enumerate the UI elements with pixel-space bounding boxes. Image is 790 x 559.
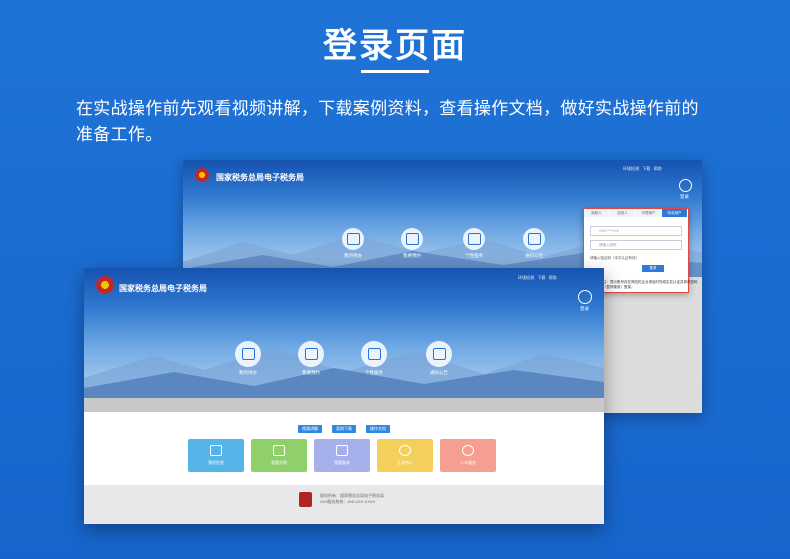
password-field[interactable]: 请输入密码 <box>590 240 682 250</box>
emblem-icon <box>195 168 209 182</box>
footer-hotline: 24H服务热线：400-XXX-XXXX <box>320 499 376 504</box>
service-notice[interactable]: 通知公告 <box>417 341 461 376</box>
download-link[interactable]: 下载 <box>537 275 545 280</box>
account-field[interactable]: 9151****XXX <box>590 226 682 236</box>
chat-icon <box>399 445 411 456</box>
resource-buttons: 视频讲解 案例下载 操作文档 <box>84 425 604 433</box>
search-doc-icon <box>336 445 348 456</box>
user-icon[interactable] <box>679 179 692 192</box>
monitor-icon <box>273 445 285 456</box>
calendar-icon <box>235 341 261 367</box>
service-personal[interactable]: 个性服务 <box>352 341 396 376</box>
login-submit-button[interactable]: 登录 <box>642 265 664 272</box>
tab-natural-person[interactable]: 自然人 <box>610 209 636 217</box>
calendar-icon <box>342 228 364 250</box>
bell-icon <box>426 341 452 367</box>
help-link[interactable]: 帮助 <box>654 166 662 171</box>
title-underline <box>361 70 429 73</box>
portal-banner: 国家税务总局电子税务局 环境检测 下载 帮助 登录 我的待办 我要预约 个性服务… <box>84 268 604 398</box>
grid-icon <box>361 341 387 367</box>
login-label[interactable]: 登录 <box>680 194 689 200</box>
clock-icon <box>298 341 324 367</box>
tile-query[interactable]: 我要查询 <box>314 439 370 472</box>
footer-text: 版权所有：国家税务总局电子税务局 24H服务热线：400-XXX-XXXX <box>320 493 384 505</box>
tile-interaction[interactable]: 互动中心 <box>377 439 433 472</box>
tile-my-info[interactable]: 我的信息 <box>188 439 244 472</box>
help-link[interactable]: 帮助 <box>549 275 557 280</box>
env-check-link[interactable]: 环境检测 <box>518 275 534 280</box>
function-tiles: 我的信息 我要办税 我要查询 互动中心 公众服务 <box>188 439 496 472</box>
download-link[interactable]: 下载 <box>642 166 650 171</box>
service-todo[interactable]: 我的待办 <box>226 341 270 376</box>
service-appointment[interactable]: 我要预约 <box>289 341 333 376</box>
bell-icon <box>523 228 545 250</box>
mountain-illustration <box>84 348 604 398</box>
captcha-note: 请输入验证码（本次认证有效） <box>590 256 639 260</box>
video-button[interactable]: 视频讲解 <box>298 425 322 433</box>
footer: 版权所有：国家税务总局电子税务局 24H服务热线：400-XXX-XXXX <box>84 485 604 524</box>
service-appointment[interactable]: 我要预约 <box>390 228 434 259</box>
grid-icon <box>463 228 485 250</box>
notice-text: 注：提示账号存在风险的企业请及时完成实名认证并修改密码（暂停使用）登录。 <box>603 280 698 289</box>
portal-screenshot-front: 国家税务总局电子税务局 环境检测 下载 帮助 登录 我的待办 我要预约 个性服务… <box>84 268 604 524</box>
tile-public-service[interactable]: 公众服务 <box>440 439 496 472</box>
footer-logo-icon <box>299 492 312 507</box>
page-description: 在实战操作前先观看视频讲解，下载案例资料，查看操作文档，做好实战操作前的准备工作… <box>76 99 699 144</box>
tab-taxpayer[interactable]: 纳税人 <box>584 209 610 217</box>
login-label[interactable]: 登录 <box>580 306 589 312</box>
top-links[interactable]: 环境检测 下载 帮助 <box>623 166 662 172</box>
portal-title: 国家税务总局电子税务局 <box>216 173 304 182</box>
doc-button[interactable]: 操作文档 <box>366 425 390 433</box>
tab-agent[interactable]: 代理用户 <box>636 209 662 217</box>
clock-icon <box>401 228 423 250</box>
people-icon <box>462 445 474 456</box>
service-personal[interactable]: 个性服务 <box>452 228 496 259</box>
env-check-link[interactable]: 环境检测 <box>623 166 639 171</box>
service-todo[interactable]: 我的待办 <box>331 228 375 259</box>
portal-title: 国家税务总局电子税务局 <box>119 284 207 293</box>
tab-special[interactable]: 特派用户 <box>662 209 688 217</box>
tile-tax-handling[interactable]: 我要办税 <box>251 439 307 472</box>
divider-strip <box>84 398 604 412</box>
top-links[interactable]: 环境检测 下载 帮助 <box>518 275 557 281</box>
page-title: 登录页面 <box>323 27 467 65</box>
user-icon[interactable] <box>578 290 592 304</box>
id-card-icon <box>210 445 222 456</box>
case-download-button[interactable]: 案例下载 <box>332 425 356 433</box>
service-notice[interactable]: 通知公告 <box>512 228 556 259</box>
emblem-icon <box>96 276 114 294</box>
